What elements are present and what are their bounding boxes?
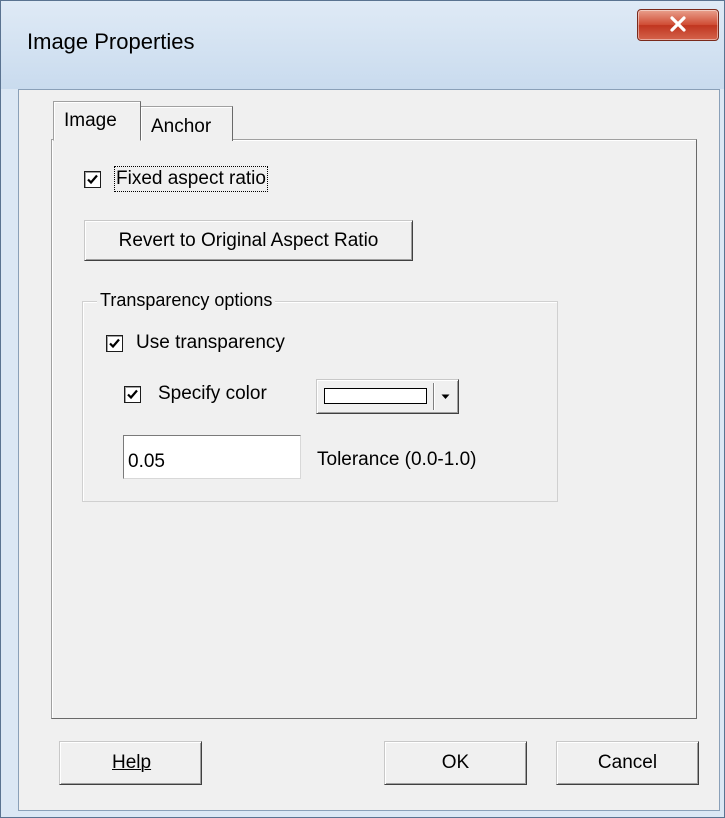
ok-button[interactable]: OK (384, 741, 527, 785)
tolerance-input[interactable] (123, 435, 301, 479)
tab-image-label: Image (64, 110, 117, 131)
transparency-options-legend: Transparency options (97, 290, 276, 311)
use-transparency-checkbox[interactable] (106, 335, 123, 352)
help-button[interactable]: Help (59, 741, 202, 785)
dialog-client-area: Image Anchor Fixed aspect ratio Revert t… (18, 89, 720, 811)
tab-anchor-label: Anchor (151, 116, 212, 137)
image-properties-dialog: Image Properties Image Anchor Fixed aspe… (0, 0, 725, 818)
color-swatch (324, 388, 427, 404)
checkmark-icon (87, 174, 98, 185)
checkmark-icon (109, 338, 120, 349)
use-transparency-label[interactable]: Use transparency (136, 332, 285, 354)
window-title: Image Properties (27, 29, 195, 54)
dropdown-arrow-icon (441, 394, 450, 399)
color-picker-button[interactable] (316, 379, 459, 414)
tolerance-label: Tolerance (0.0-1.0) (317, 449, 477, 470)
tab-anchor[interactable]: Anchor (140, 106, 233, 141)
title-bar[interactable]: Image Properties (1, 1, 724, 89)
close-x-icon (670, 16, 686, 32)
close-button[interactable] (637, 9, 719, 41)
cancel-button[interactable]: Cancel (556, 741, 699, 785)
fixed-aspect-ratio-checkbox[interactable] (84, 171, 101, 188)
fixed-aspect-ratio-label[interactable]: Fixed aspect ratio (114, 166, 268, 192)
color-picker-separator (433, 383, 434, 410)
tab-image[interactable]: Image (53, 101, 141, 141)
help-button-label: Help (112, 752, 152, 773)
specify-color-label[interactable]: Specify color (158, 383, 267, 405)
checkmark-icon (127, 389, 138, 400)
revert-aspect-ratio-button[interactable]: Revert to Original Aspect Ratio (84, 220, 413, 261)
specify-color-checkbox[interactable] (124, 386, 141, 403)
